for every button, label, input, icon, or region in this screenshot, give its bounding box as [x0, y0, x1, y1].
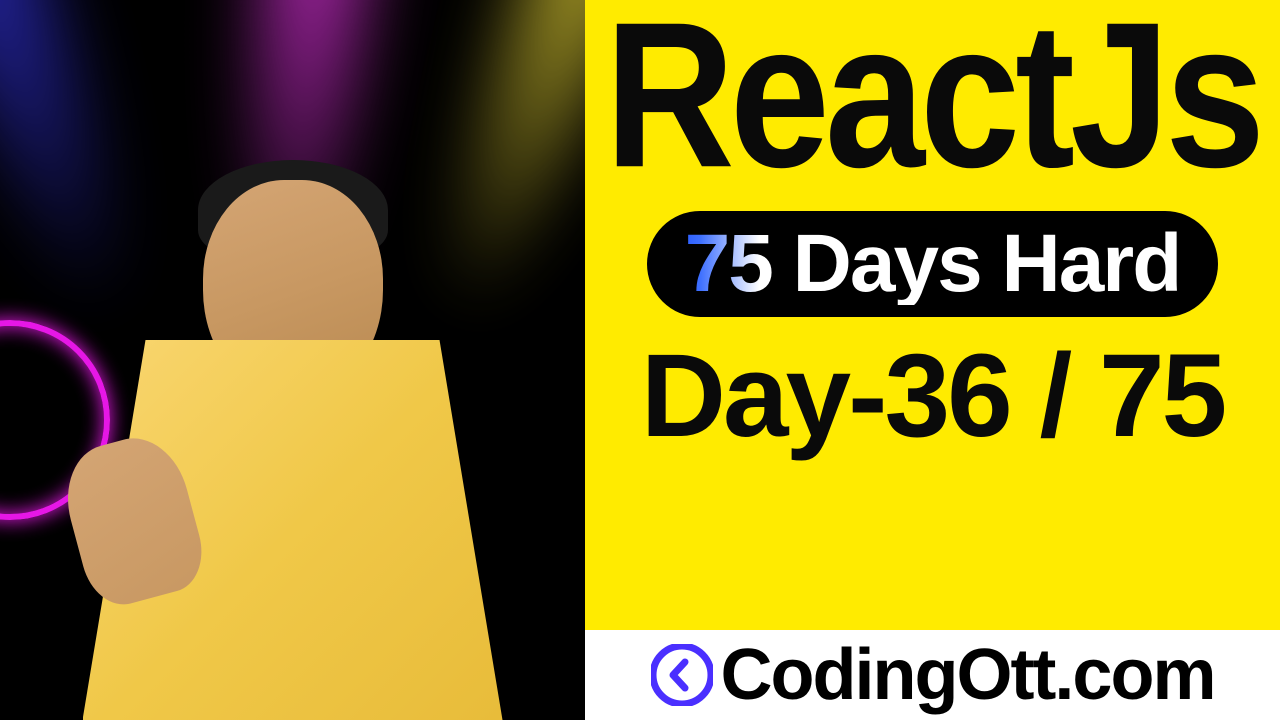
info-panel: ReactJs 75 Days Hard Day-36 / 75 CodingO… — [585, 0, 1280, 720]
day-progress-counter: Day-36 / 75 — [641, 337, 1225, 455]
brand-name: CodingOtt.com — [721, 634, 1215, 716]
brand-logo-icon — [651, 644, 713, 706]
presenter-photo-panel — [0, 0, 585, 720]
brand-footer: CodingOtt.com — [585, 630, 1280, 720]
challenge-badge: 75 Days Hard — [647, 211, 1219, 317]
challenge-badge-text: 75 Days Hard — [685, 223, 1181, 305]
presenter-silhouette — [53, 120, 533, 720]
course-title: ReactJs — [605, 0, 1260, 194]
